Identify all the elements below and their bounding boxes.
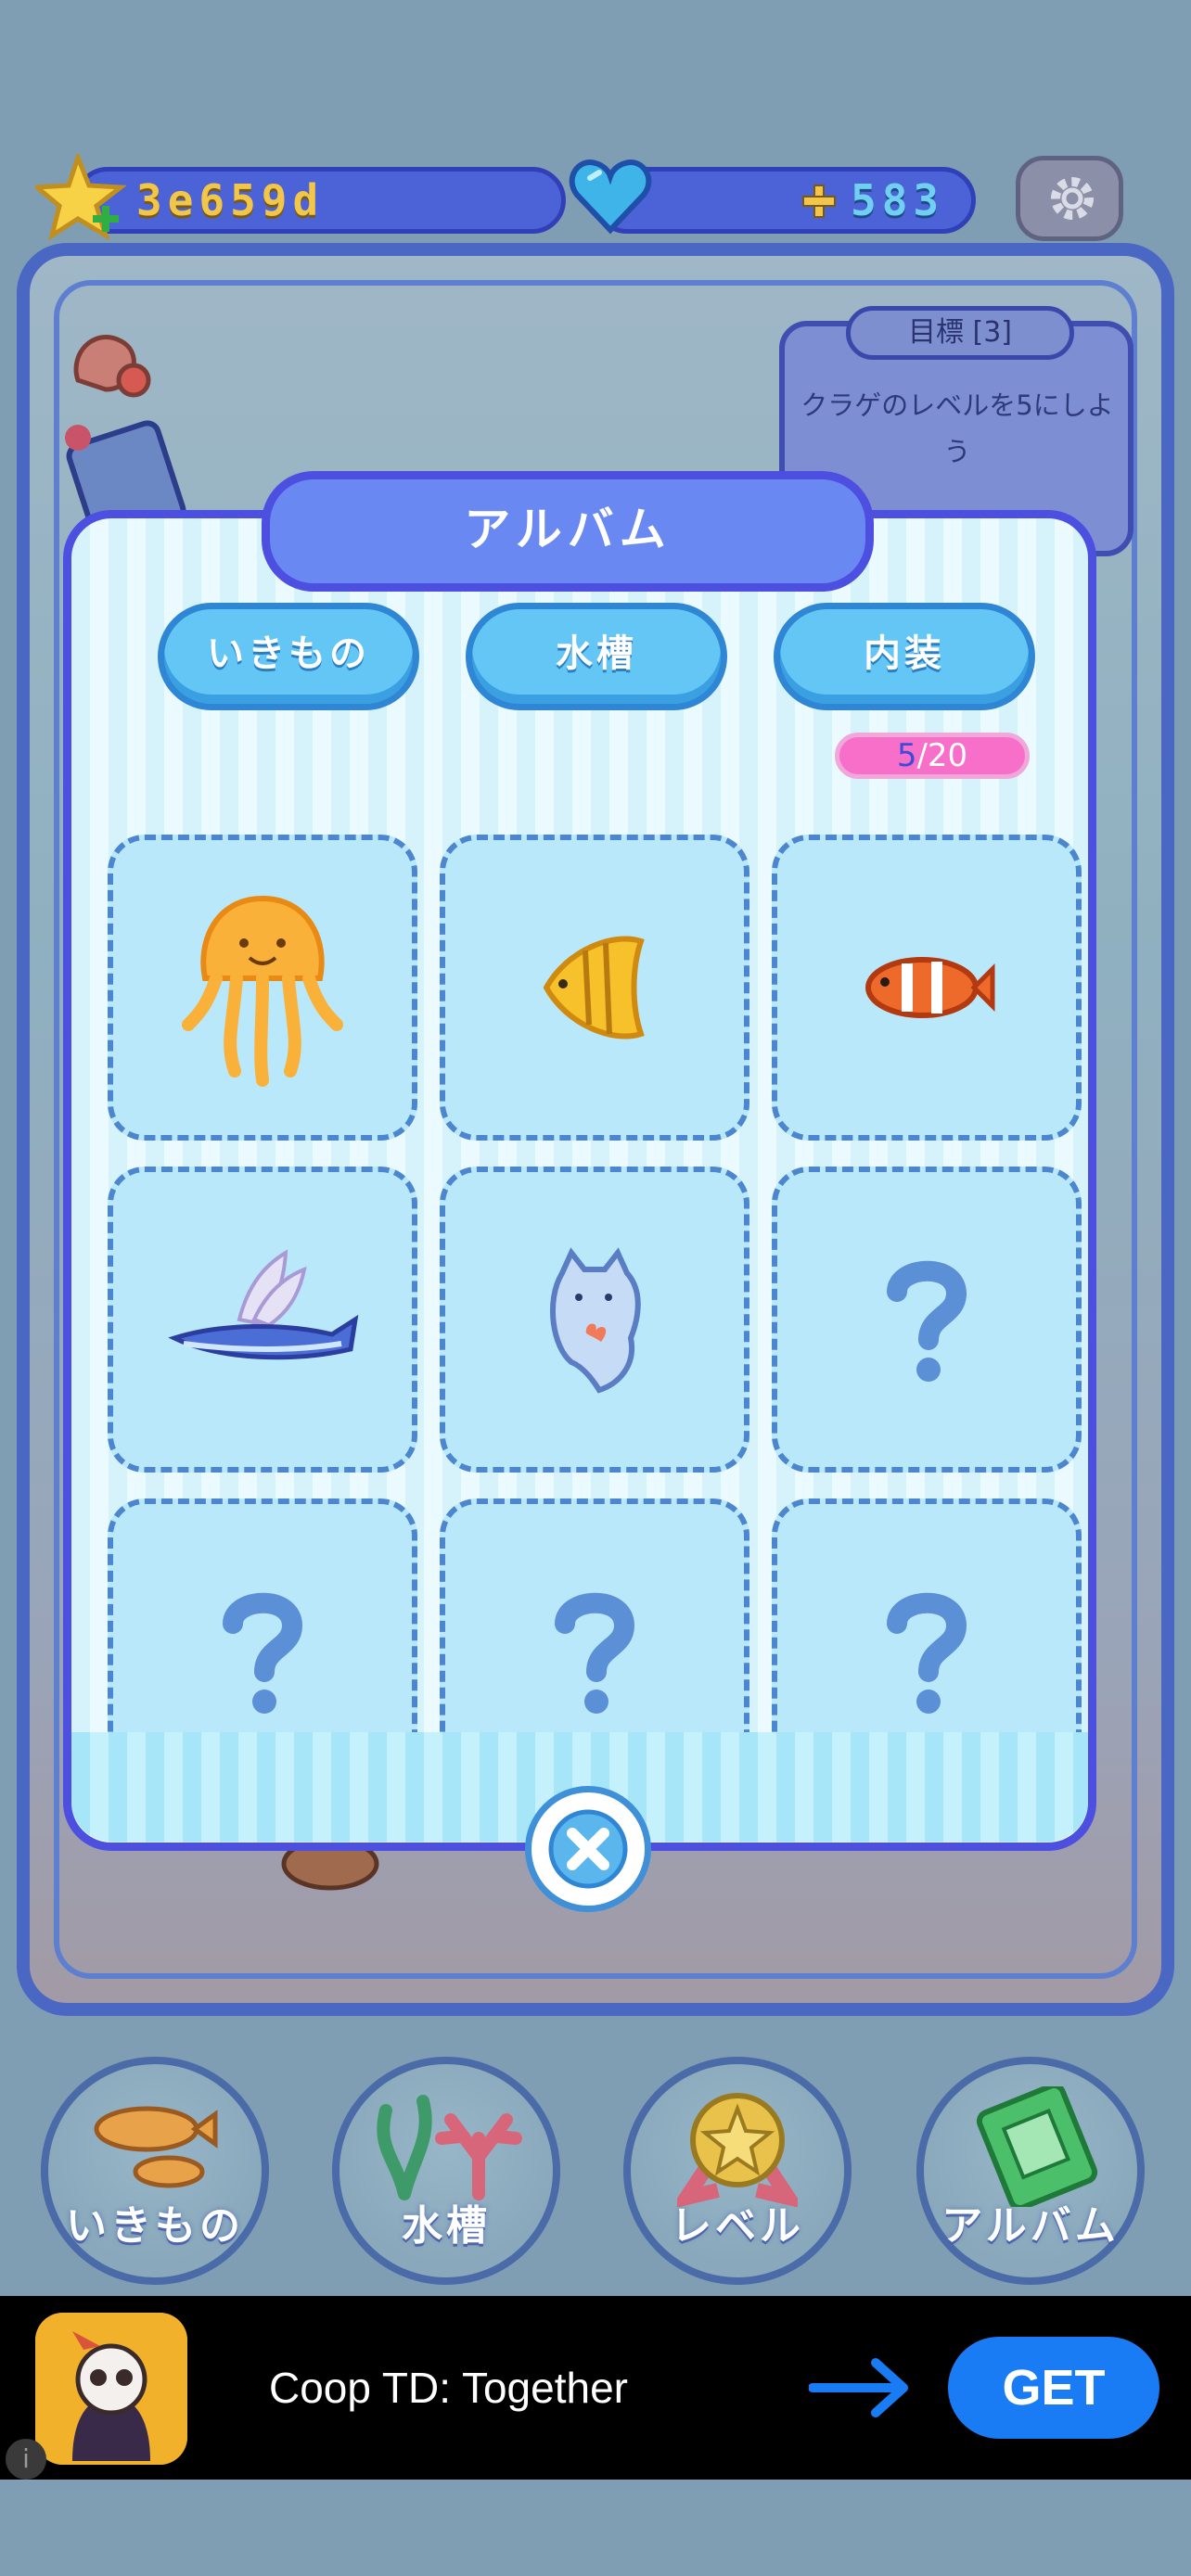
player-id-bar: 3e659d [74, 167, 566, 234]
album-cell-locked-8[interactable] [440, 1498, 749, 1736]
album-cell-clownfish[interactable] [772, 835, 1082, 1141]
hermit-crab-icon[interactable] [59, 315, 161, 408]
ad-title: Coop TD: Together [269, 2364, 628, 2412]
ad-app-icon[interactable] [35, 2313, 187, 2465]
skull-character-icon [35, 2313, 187, 2465]
close-icon [548, 1809, 628, 1889]
nav-album-button[interactable]: アルバム [916, 2057, 1145, 2285]
ad-banner[interactable]: Coop TD: Together GET [0, 2296, 1191, 2480]
question-mark-icon [887, 1260, 967, 1382]
question-mark-icon [555, 1592, 635, 1714]
arrow-right-icon [809, 2358, 908, 2417]
nav-tank-button[interactable]: 水槽 [332, 2057, 560, 2285]
collection-count-current: 5 [896, 737, 917, 774]
tab-creatures[interactable]: いきもの [158, 603, 419, 710]
nav-album-label: アルバム [941, 2202, 1120, 2250]
gear-icon [1051, 177, 1094, 220]
question-mark-icon [887, 1592, 967, 1714]
collection-counter: 5/20 [835, 733, 1030, 779]
album-book-icon [976, 2086, 1098, 2207]
album-title: アルバム [262, 471, 874, 592]
collection-count-total: /20 [916, 737, 968, 774]
album-cell-locked-6[interactable] [772, 1167, 1082, 1473]
album-cell-ghost-cat[interactable] [440, 1167, 749, 1473]
album-cell-locked-7[interactable] [108, 1498, 417, 1736]
flying-fish-icon [168, 1249, 359, 1360]
nav-level-button[interactable]: レベル [623, 2057, 852, 2285]
ghost-cat-icon [550, 1247, 641, 1394]
album-cell-locked-9[interactable] [772, 1498, 1082, 1736]
nav-tank-label: 水槽 [402, 2202, 491, 2250]
settings-button[interactable] [1016, 156, 1123, 241]
clownfish-icon [865, 957, 995, 1018]
album-cell-flying-fish[interactable] [108, 1167, 417, 1473]
goal-title: 目標 [3] [846, 306, 1074, 360]
plus-icon [802, 185, 836, 218]
nav-creatures-label: いきもの [66, 2202, 244, 2250]
tab-decor[interactable]: 内装 [774, 603, 1035, 710]
medal-icon [677, 2093, 798, 2207]
album-grid[interactable] [96, 816, 1102, 1736]
album-cell-angelfish[interactable] [440, 835, 749, 1141]
nav-level-label: レベル [671, 2202, 804, 2250]
player-id-text: 3e659d [136, 175, 325, 225]
fish-icon [94, 2106, 218, 2188]
star-plus-icon [35, 154, 127, 241]
nav-creatures-button[interactable]: いきもの [41, 2057, 269, 2285]
album-cell-jellyfish[interactable] [108, 835, 417, 1141]
gem-count: 583 [851, 175, 945, 225]
close-button[interactable] [525, 1786, 651, 1912]
coral-icon [377, 2095, 522, 2200]
jellyfish-icon [182, 895, 343, 1087]
angelfish-icon [543, 936, 645, 1039]
ad-info-icon[interactable]: i [6, 2439, 46, 2480]
question-mark-icon [223, 1592, 303, 1714]
ad-get-button[interactable]: GET [948, 2337, 1159, 2439]
heart-gem-icon[interactable] [568, 152, 653, 237]
goal-text: クラゲのレベルを5にしよう [800, 389, 1114, 467]
tab-tanks[interactable]: 水槽 [466, 603, 727, 710]
